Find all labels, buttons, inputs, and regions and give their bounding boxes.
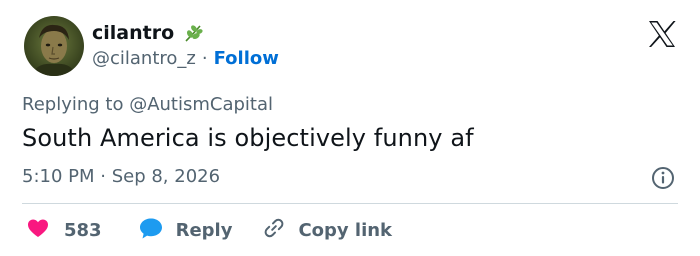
tweet-card: cilantro @cilantro_z · Follow Replying t… xyxy=(0,0,700,256)
herb-icon xyxy=(182,22,204,44)
display-name[interactable]: cilantro xyxy=(92,22,174,44)
heart-icon xyxy=(26,216,50,245)
divider xyxy=(22,203,678,204)
handle[interactable]: @cilantro_z xyxy=(92,48,196,69)
like-count: 583 xyxy=(64,219,102,241)
x-logo-icon[interactable] xyxy=(646,18,678,50)
reply-label: Reply xyxy=(175,219,233,241)
separator-dot: · xyxy=(201,48,208,69)
like-button[interactable]: 583 xyxy=(26,216,102,245)
timestamp[interactable]: 5:10 PM · Sep 8, 2026 xyxy=(22,166,220,187)
info-icon[interactable] xyxy=(651,166,675,190)
copy-link-button[interactable]: Copy link xyxy=(262,216,392,245)
handle-row: @cilantro_z · Follow xyxy=(92,48,279,69)
avatar[interactable] xyxy=(24,16,84,76)
follow-button[interactable]: Follow xyxy=(214,48,279,69)
name-row: cilantro xyxy=(92,20,204,46)
speech-bubble-icon xyxy=(138,216,164,245)
copy-link-label: Copy link xyxy=(298,219,393,241)
link-icon xyxy=(262,216,286,245)
replying-to[interactable]: Replying to @AutismCapital xyxy=(22,94,273,115)
action-bar: 583 Reply Copy link xyxy=(22,215,392,245)
reply-button[interactable]: Reply xyxy=(138,216,233,245)
tweet-text: South America is objectively funny af xyxy=(22,124,474,152)
